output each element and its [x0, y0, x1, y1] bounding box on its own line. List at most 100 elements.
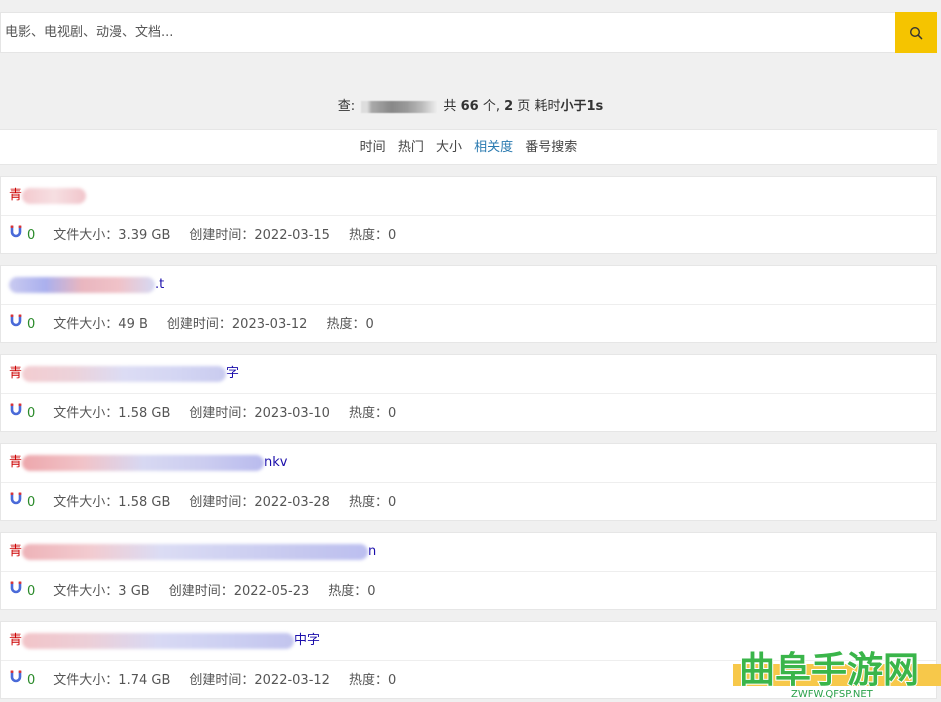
heat-value: 0: [365, 316, 374, 332]
magnet-icon[interactable]: [10, 572, 22, 610]
created-label: 创建时间：: [189, 494, 255, 510]
magnet-icon[interactable]: [10, 216, 22, 254]
title-tail: .t: [155, 277, 165, 292]
size-label: 文件大小：: [53, 227, 119, 243]
sort-size[interactable]: 大小: [436, 140, 462, 155]
size-value: 3.39 GB: [118, 227, 171, 243]
summary-pages: 2: [504, 99, 514, 114]
created-label: 创建时间：: [189, 227, 255, 243]
result-title[interactable]: 青字: [1, 355, 936, 394]
blurred-title: [22, 365, 227, 382]
size-label: 文件大小：: [53, 316, 119, 332]
heat-label: 热度：: [348, 494, 388, 510]
sort-hot[interactable]: 热门: [398, 140, 424, 155]
result-title[interactable]: 青: [1, 177, 936, 216]
heat-value: 0: [387, 405, 397, 421]
magnet-count: 0: [27, 494, 36, 510]
size-value: 1.58 GB: [118, 494, 171, 510]
created-label: 创建时间：: [166, 316, 232, 332]
size-label: 文件大小：: [53, 494, 119, 510]
search-button[interactable]: [895, 12, 937, 53]
created-value: 2022-03-15: [254, 227, 330, 243]
summary-time-label: 耗时: [534, 99, 561, 114]
title-tail: nkv: [264, 455, 288, 470]
magnet-count: 0: [27, 583, 36, 599]
blurred-query: [361, 100, 438, 113]
title-tail: n: [368, 544, 377, 559]
result-meta: 0 文件大小：3.39 GB 创建时间：2022-03-15 热度：0: [1, 216, 936, 254]
size-value: 1.74 GB: [118, 672, 171, 688]
summary-total: 66: [460, 99, 479, 114]
result-summary: 查: 共 66 个, 2 页 耗时小于1s: [0, 95, 941, 114]
result-meta: 0 文件大小：1.58 GB 创建时间：2023-03-10 热度：0: [1, 394, 936, 432]
result-title[interactable]: .t: [1, 266, 936, 305]
watermark-main: 曲阜手游网: [738, 648, 920, 692]
result-card: 青n 0 文件大小：3 GB 创建时间：2022-05-23 热度：0: [0, 532, 937, 610]
magnet-count: 0: [27, 405, 36, 421]
heat-label: 热度：: [348, 672, 388, 688]
size-label: 文件大小：: [53, 672, 119, 688]
created-label: 创建时间：: [168, 583, 234, 599]
magnet-icon[interactable]: [10, 483, 22, 521]
heat-label: 热度：: [326, 316, 366, 332]
title-head: 青: [9, 455, 23, 470]
watermark-sub: ZWFW.QFSP.NET: [791, 689, 873, 700]
result-card: 青 nkv 0 文件大小：1.58 GB 创建时间：2022-03-28 热度：0: [0, 443, 937, 521]
search-icon: [909, 26, 923, 39]
title-head: 青: [9, 544, 23, 559]
result-card: 青 0 文件大小：3.39 GB 创建时间：2022-03-15 热度：0: [0, 176, 937, 254]
blurred-title: [9, 276, 155, 293]
sort-code-search[interactable]: 番号搜索: [525, 140, 577, 155]
search-bar: [0, 12, 937, 53]
created-label: 创建时间：: [189, 405, 255, 421]
title-tail: 字: [226, 366, 240, 381]
created-value: 2022-03-12: [254, 672, 330, 688]
heat-label: 热度：: [348, 227, 388, 243]
sort-relevance[interactable]: 相关度: [474, 140, 513, 155]
magnet-icon[interactable]: [10, 394, 22, 432]
size-value: 1.58 GB: [118, 405, 171, 421]
magnet-icon[interactable]: [10, 661, 22, 699]
size-label: 文件大小：: [53, 583, 119, 599]
magnet-count: 0: [27, 672, 36, 688]
title-head: 青: [9, 633, 23, 648]
result-card: .t 0 文件大小：49 B 创建时间：2023-03-12 热度：0: [0, 265, 937, 343]
created-value: 2022-05-23: [233, 583, 310, 599]
created-value: 2023-03-10: [254, 405, 330, 421]
result-title[interactable]: 青 nkv: [1, 444, 936, 483]
result-meta: 0 文件大小：49 B 创建时间：2023-03-12 热度：0: [1, 305, 936, 343]
result-meta: 0 文件大小：1.58 GB 创建时间：2022-03-28 热度：0: [1, 483, 936, 521]
blurred-title: [22, 454, 265, 471]
result-title[interactable]: 青n: [1, 533, 936, 572]
blurred-title: [22, 187, 87, 204]
blurred-title: [22, 543, 369, 560]
sort-time[interactable]: 时间: [360, 140, 386, 155]
size-value: 49 B: [118, 316, 148, 332]
heat-value: 0: [387, 494, 397, 510]
heat-value: 0: [387, 227, 397, 243]
search-input[interactable]: [1, 13, 896, 52]
created-value: 2022-03-28: [254, 494, 330, 510]
result-meta: 0 文件大小：3 GB 创建时间：2022-05-23 热度：0: [1, 572, 936, 610]
heat-label: 热度：: [348, 405, 388, 421]
summary-prefix: 查:: [337, 99, 356, 114]
title-head: 青: [9, 188, 23, 203]
magnet-icon[interactable]: [10, 305, 22, 343]
summary-total-pre: 共: [443, 99, 457, 114]
watermark-logo: 曲阜手游网 ZWFW.QFSP.NET: [733, 641, 941, 702]
heat-label: 热度：: [328, 583, 368, 599]
created-value: 2023-03-12: [231, 316, 308, 332]
summary-unit1: 个,: [482, 99, 500, 114]
title-tail: 中字: [294, 633, 321, 648]
magnet-count: 0: [27, 227, 36, 243]
size-value: 3 GB: [118, 583, 150, 599]
result-card: 青字 0 文件大小：1.58 GB 创建时间：2023-03-10 热度：0: [0, 354, 937, 432]
sort-bar: 时间 热门 大小 相关度 番号搜索: [0, 129, 937, 165]
summary-time-value: 小于1s: [560, 99, 604, 114]
blurred-title: [22, 632, 295, 649]
heat-value: 0: [367, 583, 376, 599]
summary-unit2: 页: [517, 99, 531, 114]
heat-value: 0: [387, 672, 397, 688]
created-label: 创建时间：: [189, 672, 255, 688]
size-label: 文件大小：: [53, 405, 119, 421]
